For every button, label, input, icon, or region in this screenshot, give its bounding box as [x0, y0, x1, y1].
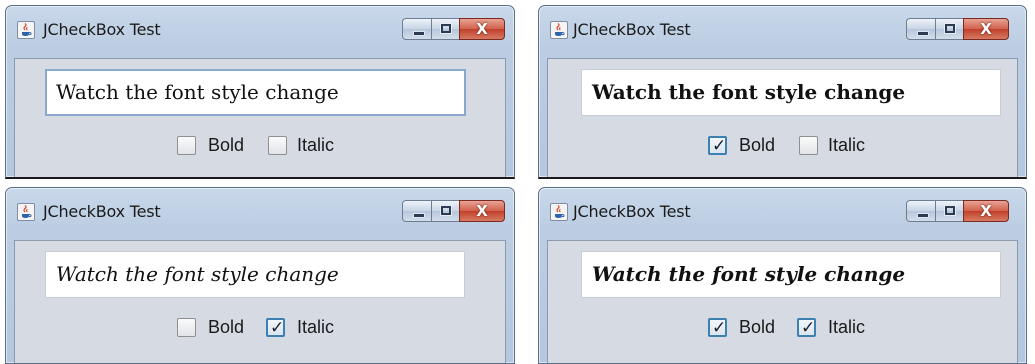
- window-title: JCheckBox Test: [573, 20, 691, 39]
- checkbox-row: ✓ Bold Italic: [708, 135, 908, 156]
- italic-checkbox-label[interactable]: Italic: [297, 317, 334, 338]
- minimize-icon: [413, 213, 425, 218]
- maximize-button[interactable]: [935, 18, 964, 40]
- minimize-icon: [413, 31, 425, 36]
- minimize-button[interactable]: [906, 200, 936, 222]
- bold-checkbox[interactable]: ✓: [708, 136, 727, 156]
- java-cup-icon[interactable]: [17, 21, 35, 39]
- bold-checkbox[interactable]: [177, 318, 196, 337]
- text-field[interactable]: Watch the font style change: [581, 251, 1001, 298]
- content-pane: Watch the font style change Bold ✓ Itali…: [14, 240, 506, 363]
- content-pane: Watch the font style change Bold Italic: [14, 58, 506, 177]
- close-icon: X: [980, 20, 992, 38]
- checkbox-row: Bold ✓ Italic: [177, 317, 377, 338]
- minimize-icon: [917, 31, 929, 36]
- maximize-button[interactable]: [935, 200, 964, 222]
- window-title: JCheckBox Test: [573, 202, 691, 221]
- bold-checkbox-label[interactable]: Bold: [208, 135, 244, 156]
- bold-checkbox[interactable]: ✓: [708, 318, 727, 338]
- bold-checkbox-label[interactable]: Bold: [208, 317, 244, 338]
- checkmark-icon: ✓: [801, 318, 816, 338]
- java-cup-icon[interactable]: [550, 203, 568, 221]
- title-bar[interactable]: JCheckBox Test X: [6, 6, 514, 58]
- window-top-right: JCheckBox Test X Watch the font style ch…: [538, 5, 1027, 179]
- minimize-icon: [917, 213, 929, 218]
- italic-checkbox[interactable]: [268, 136, 287, 155]
- java-cup-icon[interactable]: [550, 21, 568, 39]
- window-top-left: JCheckBox Test X Watch the font style ch…: [5, 5, 515, 179]
- maximize-icon: [440, 23, 452, 34]
- minimize-button[interactable]: [402, 18, 432, 40]
- title-bar[interactable]: JCheckBox Test X: [6, 188, 514, 240]
- window-title: JCheckBox Test: [43, 20, 161, 39]
- close-icon: X: [476, 202, 488, 220]
- maximize-icon: [944, 205, 956, 216]
- italic-checkbox[interactable]: ✓: [797, 318, 816, 338]
- italic-checkbox-label[interactable]: Italic: [828, 135, 865, 156]
- italic-checkbox-label[interactable]: Italic: [297, 135, 334, 156]
- minimize-button[interactable]: [906, 18, 936, 40]
- checkmark-icon: ✓: [712, 318, 727, 338]
- bold-checkbox-label[interactable]: Bold: [739, 317, 775, 338]
- close-icon: X: [476, 20, 488, 38]
- title-bar[interactable]: JCheckBox Test X: [539, 188, 1026, 240]
- window-bottom-right: JCheckBox Test X Watch the font style ch…: [538, 187, 1027, 364]
- text-field[interactable]: Watch the font style change: [45, 251, 465, 298]
- window-title: JCheckBox Test: [43, 202, 161, 221]
- maximize-icon: [440, 205, 452, 216]
- close-button[interactable]: X: [963, 200, 1009, 222]
- italic-checkbox-label[interactable]: Italic: [828, 317, 865, 338]
- minimize-button[interactable]: [402, 200, 432, 222]
- checkbox-row: ✓ Bold ✓ Italic: [708, 317, 908, 338]
- checkmark-icon: ✓: [270, 318, 285, 338]
- java-cup-icon[interactable]: [17, 203, 35, 221]
- maximize-button[interactable]: [431, 200, 460, 222]
- checkmark-icon: ✓: [712, 136, 727, 156]
- close-icon: X: [980, 202, 992, 220]
- text-field[interactable]: Watch the font style change: [581, 69, 1001, 116]
- italic-checkbox[interactable]: [799, 136, 818, 155]
- bold-checkbox-label[interactable]: Bold: [739, 135, 775, 156]
- title-bar[interactable]: JCheckBox Test X: [539, 6, 1026, 58]
- italic-checkbox[interactable]: ✓: [266, 318, 285, 338]
- content-pane: Watch the font style change ✓ Bold ✓ Ita…: [547, 240, 1018, 363]
- bold-checkbox[interactable]: [177, 136, 196, 155]
- text-field[interactable]: Watch the font style change: [45, 69, 466, 116]
- maximize-icon: [944, 23, 956, 34]
- close-button[interactable]: X: [459, 18, 505, 40]
- maximize-button[interactable]: [431, 18, 460, 40]
- close-button[interactable]: X: [963, 18, 1009, 40]
- close-button[interactable]: X: [459, 200, 505, 222]
- checkbox-row: Bold Italic: [177, 135, 377, 156]
- window-bottom-left: JCheckBox Test X Watch the font style ch…: [5, 187, 515, 364]
- content-pane: Watch the font style change ✓ Bold Itali…: [547, 58, 1018, 177]
